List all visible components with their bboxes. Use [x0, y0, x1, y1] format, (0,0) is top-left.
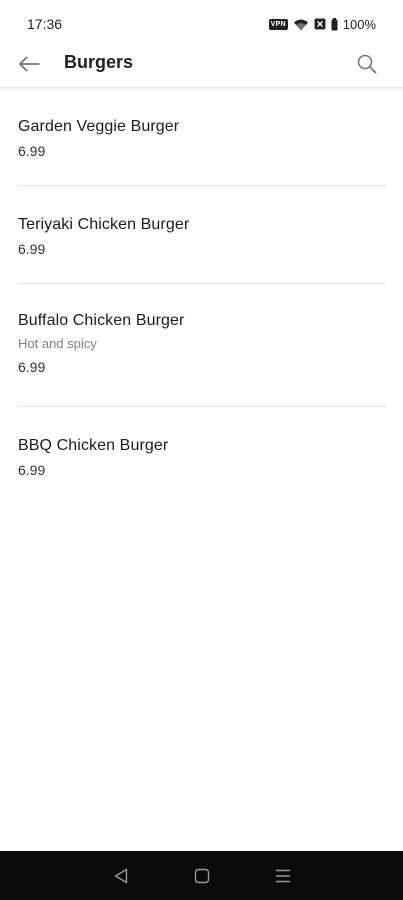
item-price: 6.99	[18, 462, 46, 478]
sim-icon	[314, 18, 326, 30]
wifi-icon	[293, 19, 308, 30]
item-name: Buffalo Chicken Burger	[18, 312, 185, 329]
nav-home-button[interactable]	[190, 864, 214, 888]
status-time: 17:36	[27, 16, 63, 32]
list-item[interactable]: BBQ Chicken Burger 6.99	[18, 407, 386, 505]
item-price: 6.99	[18, 241, 46, 257]
nav-back-button[interactable]	[109, 864, 133, 888]
item-description: Hot and spicy	[18, 336, 97, 351]
item-price: 6.99	[18, 359, 46, 375]
page-title: Burgers	[64, 52, 134, 72]
square-home-icon	[194, 868, 209, 883]
app-bar: Burgers	[0, 40, 403, 88]
arrow-left-icon	[19, 56, 40, 72]
item-name: Garden Veggie Burger	[18, 118, 180, 135]
battery-percentage: 100%	[342, 16, 376, 32]
back-button[interactable]	[14, 50, 44, 78]
screen: 17:36 VPN 100% Burgers Garden Veggie Bur…	[0, 0, 403, 900]
nav-menu-button[interactable]	[271, 864, 295, 888]
list-item[interactable]: Teriyaki Chicken Burger 6.99	[18, 186, 386, 284]
menu-list: Garden Veggie Burger 6.99 Teriyaki Chick…	[0, 88, 403, 505]
battery-icon	[331, 17, 338, 30]
triangle-back-icon	[114, 868, 127, 883]
search-button[interactable]	[353, 50, 381, 78]
item-name: Teriyaki Chicken Burger	[18, 216, 190, 233]
system-nav-bar	[0, 851, 403, 900]
search-icon	[357, 54, 377, 74]
item-price: 6.99	[18, 143, 46, 159]
status-icons: VPN 100%	[268, 16, 376, 32]
item-name: BBQ Chicken Burger	[18, 437, 169, 454]
vpn-badge: VPN	[268, 18, 288, 30]
menu-lines-icon	[275, 869, 290, 882]
list-item[interactable]: Garden Veggie Burger 6.99	[18, 88, 386, 186]
list-item[interactable]: Buffalo Chicken Burger Hot and spicy 6.9…	[18, 284, 386, 407]
